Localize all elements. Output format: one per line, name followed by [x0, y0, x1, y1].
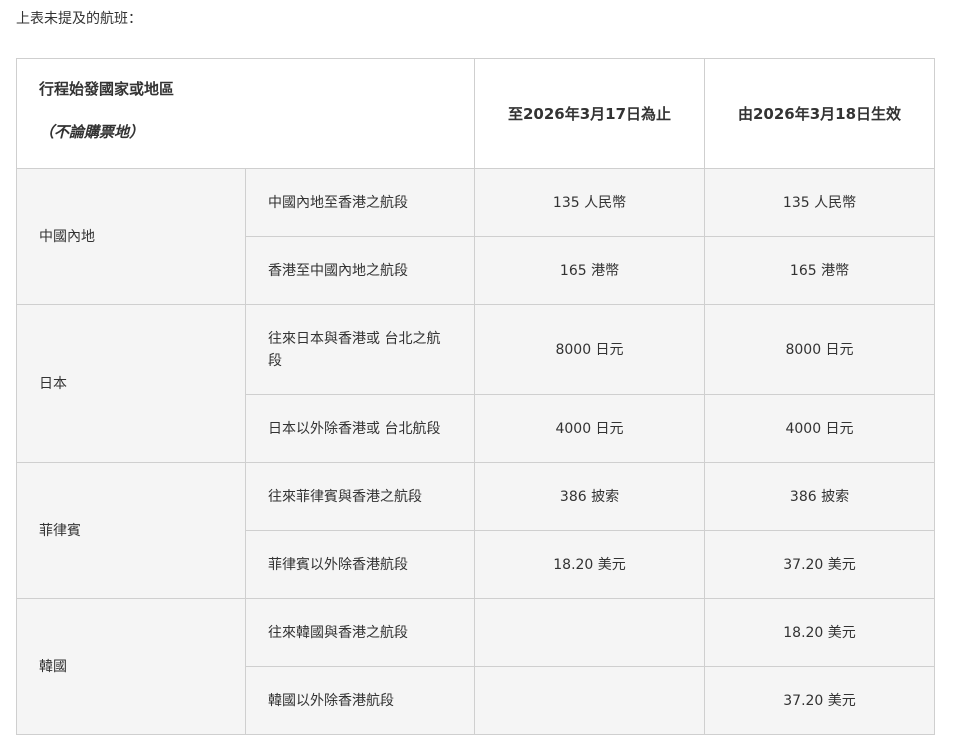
- fee-until-cell: 18.20 美元: [474, 530, 706, 599]
- segment-cell: 中國內地至香港之航段: [244, 168, 476, 237]
- fee-from-cell: 8000 日元: [704, 304, 936, 395]
- fee-from-cell: 165 港幣: [704, 236, 936, 305]
- fee-until-cell: 165 港幣: [474, 236, 706, 305]
- fee-from-cell: 386 披索: [704, 462, 936, 531]
- segment-cell: 往來菲律賓與香港之航段: [244, 462, 476, 531]
- fee-until-cell: 386 披索: [474, 462, 706, 531]
- segment-cell: 日本以外除香港或 台北航段: [244, 394, 476, 463]
- fee-from-cell: 18.20 美元: [704, 598, 936, 667]
- column-header-from: 由2026年3月18日生效: [704, 58, 936, 169]
- country-cell: 日本: [16, 304, 246, 463]
- fee-from-cell: 135 人民幣: [704, 168, 936, 237]
- segment-cell: 韓國以外除香港航段: [244, 666, 476, 735]
- intro-text: 上表未提及的航班：: [16, 11, 142, 27]
- fee-until-cell: 4000 日元: [474, 394, 706, 463]
- table-row: 日本 往來日本與香港或 台北之航段 8000 日元 8000 日元: [16, 304, 936, 463]
- region-header-title: 行程始發國家或地區: [39, 80, 175, 98]
- table-row: 菲律賓 往來菲律賓與香港之航段 386 披索 386 披索: [16, 462, 936, 599]
- region-header-subtitle: （不論購票地）: [39, 123, 145, 141]
- segment-cell: 菲律賓以外除香港航段: [244, 530, 476, 599]
- country-cell: 中國內地: [16, 168, 246, 305]
- fee-until-cell: 135 人民幣: [474, 168, 706, 237]
- country-cell: 韓國: [16, 598, 246, 735]
- fee-from-cell: 37.20 美元: [704, 666, 936, 735]
- region-header: 行程始發國家或地區 （不論購票地）: [15, 58, 476, 169]
- segment-cell: 往來韓國與香港之航段: [244, 598, 476, 667]
- fee-until-cell: [474, 666, 706, 735]
- fee-until-cell: 8000 日元: [474, 304, 706, 395]
- country-cell: 菲律賓: [16, 462, 246, 599]
- column-header-until: 至2026年3月17日為止: [474, 58, 706, 169]
- table-header-row: 行程始發國家或地區 （不論購票地） 至2026年3月17日為止 由2026年3月…: [15, 58, 936, 169]
- segment-cell: 香港至中國內地之航段: [244, 236, 476, 305]
- table-row: 韓國 往來韓國與香港之航段 18.20 美元: [16, 598, 936, 735]
- fee-from-cell: 4000 日元: [704, 394, 936, 463]
- segment-cell: 往來日本與香港或 台北之航段: [244, 304, 476, 395]
- fee-table: 行程始發國家或地區 （不論購票地） 至2026年3月17日為止 由2026年3月…: [15, 58, 936, 735]
- fee-until-cell: [474, 598, 706, 667]
- fee-from-cell: 37.20 美元: [704, 530, 936, 599]
- table-row: 中國內地 中國內地至香港之航段 135 人民幣 135 人民幣: [16, 168, 936, 305]
